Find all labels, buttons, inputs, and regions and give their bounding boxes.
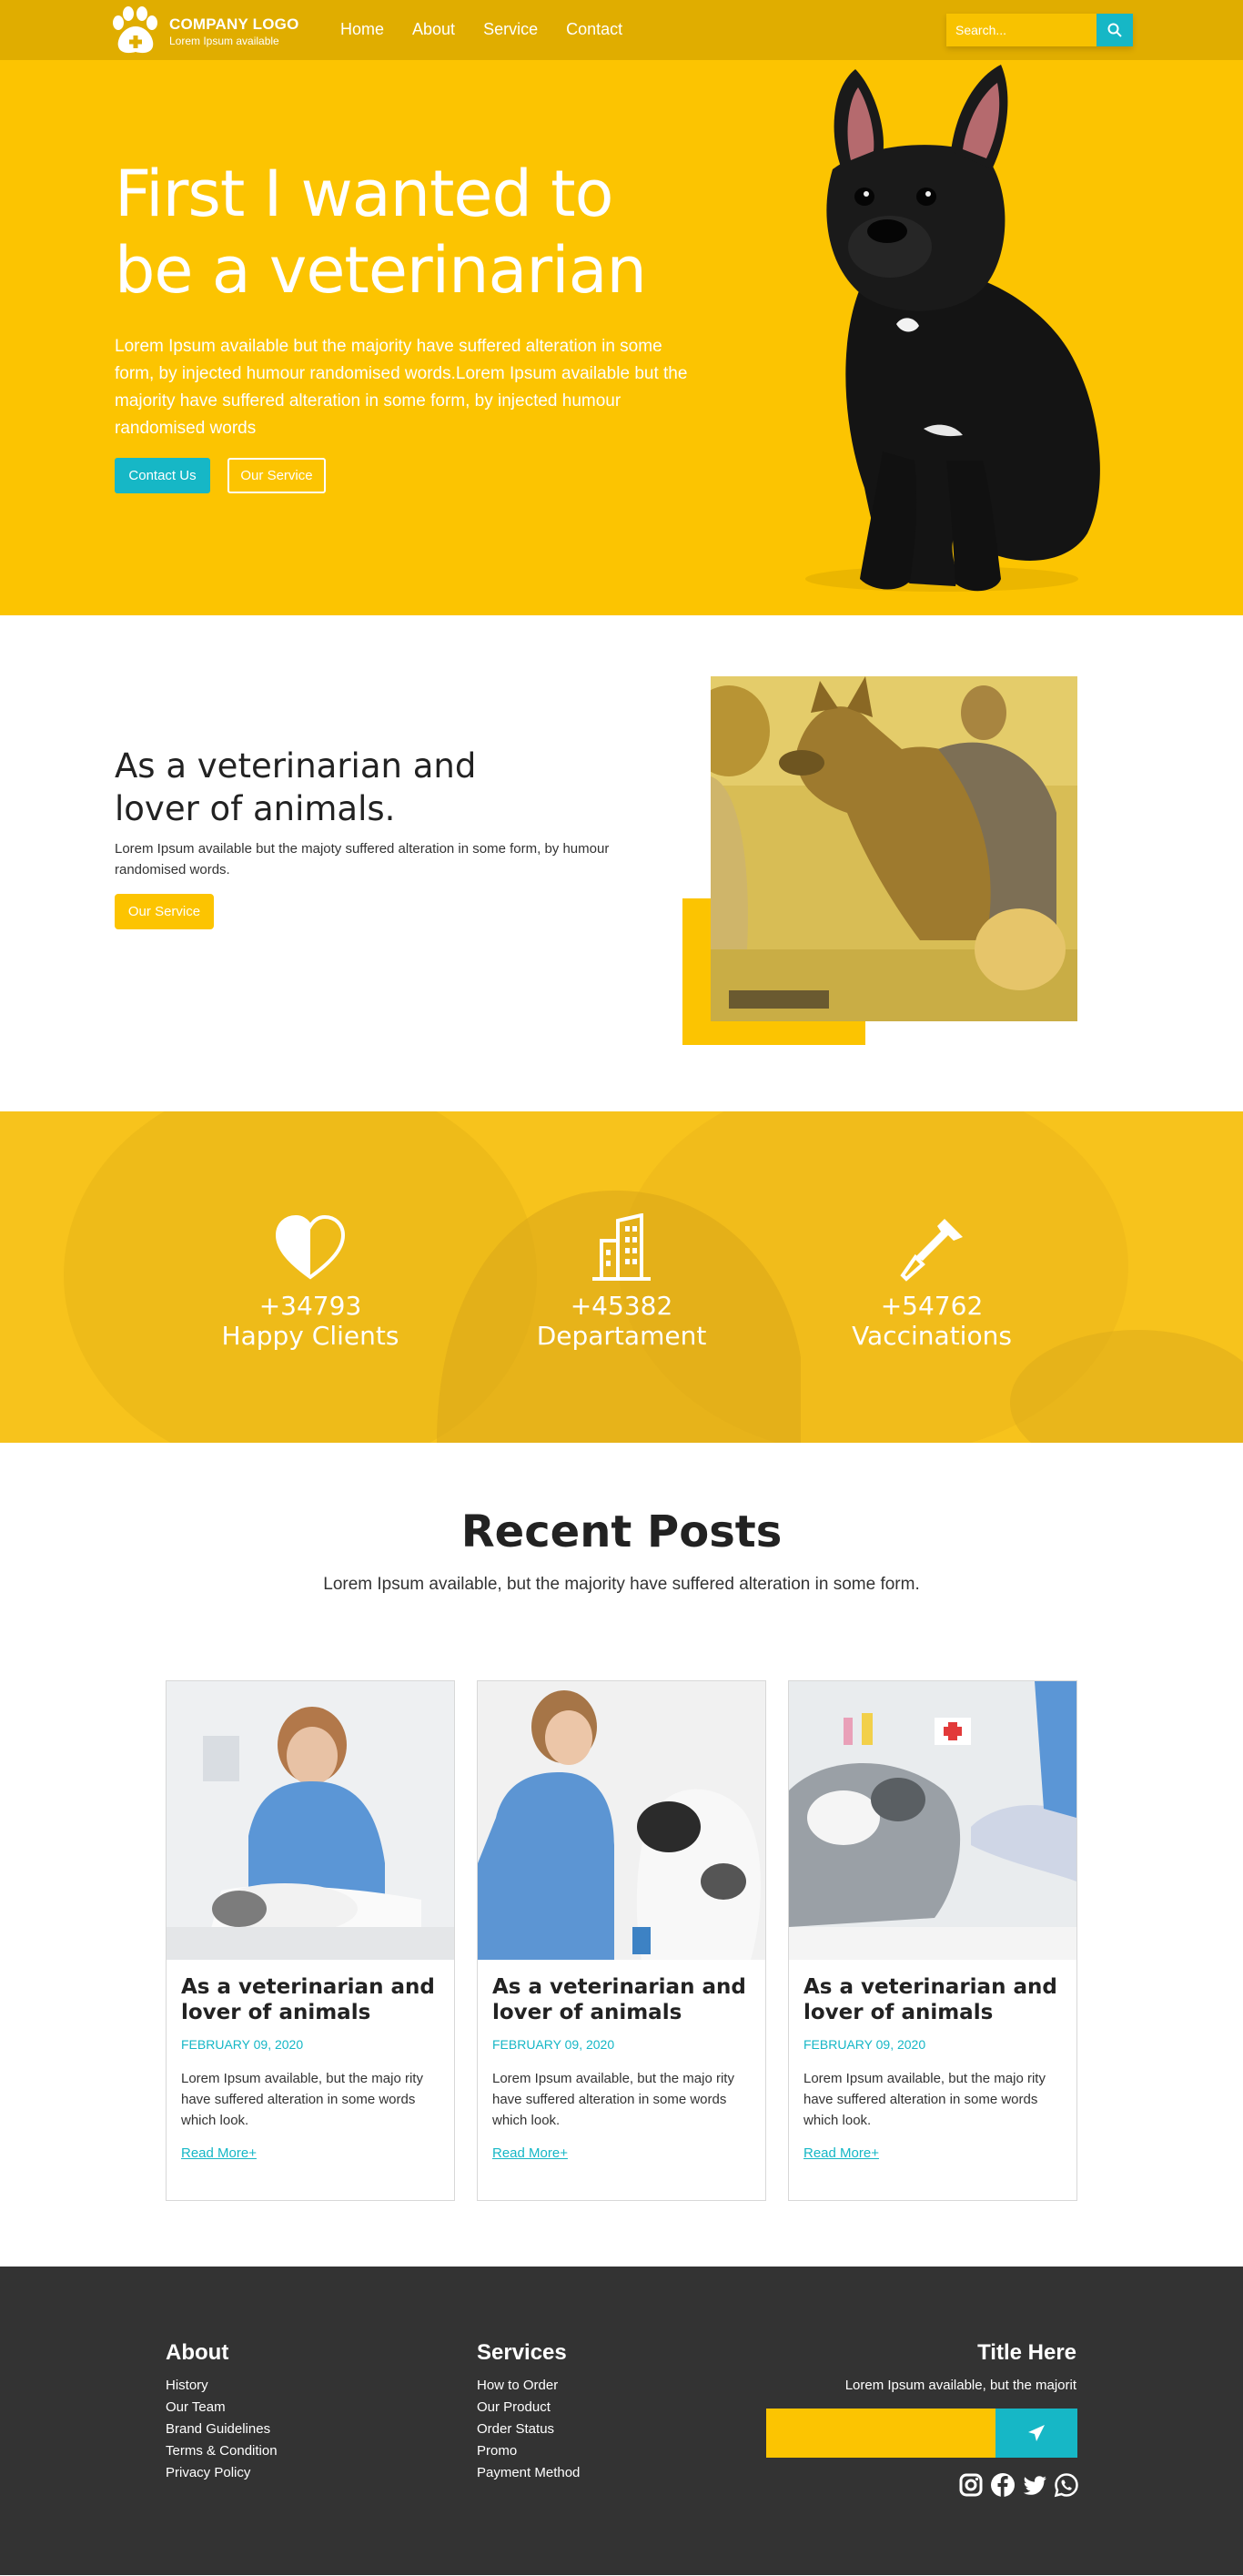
footer-link-order-status[interactable]: Order Status <box>477 2419 580 2440</box>
footer-link-privacy[interactable]: Privacy Policy <box>166 2462 278 2484</box>
post-date: FEBRUARY 09, 2020 <box>181 2037 304 2052</box>
about-service-button[interactable]: Our Service <box>115 894 214 929</box>
footer-services-title: Services <box>477 2340 567 2365</box>
read-more-link[interactable]: Read More+ <box>181 2145 440 2161</box>
post-image-vet-with-dog <box>478 1681 765 1960</box>
stats-section: +34793 Happy Clients +45382 Departament … <box>0 1111 1243 1443</box>
post-card: As a veterinarian and lover of animals F… <box>788 1680 1077 2201</box>
post-excerpt: Lorem Ipsum available, but the majo rity… <box>803 2071 1046 2128</box>
footer-newsletter-column: Title Here Lorem Ipsum available, but th… <box>766 2340 1076 2397</box>
syringe-icon <box>900 1219 963 1282</box>
newsletter-email-input[interactable] <box>766 2409 995 2458</box>
post-excerpt: Lorem Ipsum available, but the majo rity… <box>492 2071 734 2128</box>
logo-title: COMPANY LOGO <box>169 15 299 33</box>
whatsapp-icon[interactable] <box>1054 2472 1079 2498</box>
footer-right-text: Lorem Ipsum available, but the majorit <box>844 2378 1076 2393</box>
main-menu: Home About Service Contact <box>340 20 651 39</box>
logo-subtitle: Lorem Ipsum available <box>169 34 279 47</box>
nav-link-contact[interactable]: Contact <box>566 20 622 39</box>
footer-link-our-product[interactable]: Our Product <box>477 2397 580 2419</box>
footer-services-column: Services How to Order Our Product Order … <box>477 2340 580 2484</box>
footer-link-brand-guidelines[interactable]: Brand Guidelines <box>166 2419 278 2440</box>
read-more-link[interactable]: Read More+ <box>492 2145 751 2161</box>
post-date: FEBRUARY 09, 2020 <box>803 2037 926 2052</box>
footer-link-how-to-order[interactable]: How to Order <box>477 2375 580 2397</box>
french-bulldog-image <box>805 65 1100 592</box>
stat-number: +54762 <box>880 1291 984 1321</box>
posts-subtitle: Lorem Ipsum available, but the majority … <box>323 1575 920 1594</box>
company-logo[interactable]: COMPANY LOGO Lorem Ipsum available <box>109 5 299 57</box>
stat-number: +45382 <box>570 1291 673 1321</box>
recent-posts-section: Recent Posts Lorem Ipsum available, but … <box>0 1443 1243 2267</box>
twitter-icon[interactable] <box>1022 2472 1047 2498</box>
read-more-link[interactable]: Read More+ <box>803 2145 1062 2161</box>
navbar: COMPANY LOGO Lorem Ipsum available Home … <box>0 0 1243 60</box>
newsletter-send-button[interactable] <box>995 2409 1077 2458</box>
building-icon <box>592 1212 651 1281</box>
footer-link-terms[interactable]: Terms & Condition <box>166 2440 278 2462</box>
post-image-vet-stethoscope <box>167 1681 454 1960</box>
heart-icon <box>275 1214 346 1280</box>
send-icon <box>1028 2425 1045 2441</box>
footer-link-history[interactable]: History <box>166 2375 278 2397</box>
hero-text: Lorem Ipsum available but the majority h… <box>115 337 688 438</box>
stat-department: +45382 Departament <box>503 1212 740 1351</box>
about-section: As a veterinarian and lover of animals. … <box>0 615 1243 1111</box>
search-box <box>946 14 1133 46</box>
stat-label: Happy Clients <box>221 1321 399 1351</box>
post-title: As a veterinarian and lover of animals <box>181 1975 435 2024</box>
hero-section: First I wanted to be a veterinarian Lore… <box>0 60 1243 615</box>
post-card: As a veterinarian and lover of animals F… <box>477 1680 766 2201</box>
footer-about-title: About <box>166 2340 229 2365</box>
footer-link-promo[interactable]: Promo <box>477 2440 580 2462</box>
nav-link-home[interactable]: Home <box>340 20 384 39</box>
about-title: As a veterinarian and lover of animals. <box>115 746 477 828</box>
vet-with-dog-photo <box>711 676 1077 1021</box>
post-title: As a veterinarian and lover of animals <box>803 1975 1057 2024</box>
stat-vaccinations: +54762 Vaccinations <box>814 1213 1050 1351</box>
social-links <box>958 2472 1079 2498</box>
stat-label: Departament <box>536 1321 707 1351</box>
hero-title: First I wanted to be a veterinarian <box>115 157 647 308</box>
our-service-button[interactable]: Our Service <box>227 458 326 493</box>
nav-link-service[interactable]: Service <box>483 20 538 39</box>
post-title: As a veterinarian and lover of animals <box>492 1975 746 2024</box>
stat-number: +34793 <box>258 1291 362 1321</box>
search-icon <box>1107 23 1122 37</box>
footer-link-payment-method[interactable]: Payment Method <box>477 2462 580 2484</box>
post-date: FEBRUARY 09, 2020 <box>492 2037 615 2052</box>
search-input[interactable] <box>946 14 1096 46</box>
facebook-icon[interactable] <box>990 2472 1016 2498</box>
post-excerpt: Lorem Ipsum available, but the majo rity… <box>181 2071 423 2128</box>
search-button[interactable] <box>1096 14 1133 46</box>
stat-label: Vaccinations <box>852 1321 1012 1351</box>
footer-about-column: About History Our Team Brand Guidelines … <box>166 2340 278 2484</box>
nav-link-about[interactable]: About <box>412 20 455 39</box>
post-card: As a veterinarian and lover of animals F… <box>166 1680 455 2201</box>
stat-happy-clients: +34793 Happy Clients <box>192 1213 429 1351</box>
paw-logo-icon <box>113 6 157 54</box>
post-image-dog-exam <box>789 1681 1076 1960</box>
posts-title: Recent Posts <box>460 1506 783 1557</box>
footer: About History Our Team Brand Guidelines … <box>0 2267 1243 2575</box>
footer-link-our-team[interactable]: Our Team <box>166 2397 278 2419</box>
contact-us-button[interactable]: Contact Us <box>115 458 210 493</box>
newsletter-form <box>766 2409 1077 2458</box>
about-text: Lorem Ipsum available but the majoty suf… <box>115 841 610 877</box>
instagram-icon[interactable] <box>958 2472 984 2498</box>
footer-right-title: Title Here <box>977 2340 1076 2365</box>
